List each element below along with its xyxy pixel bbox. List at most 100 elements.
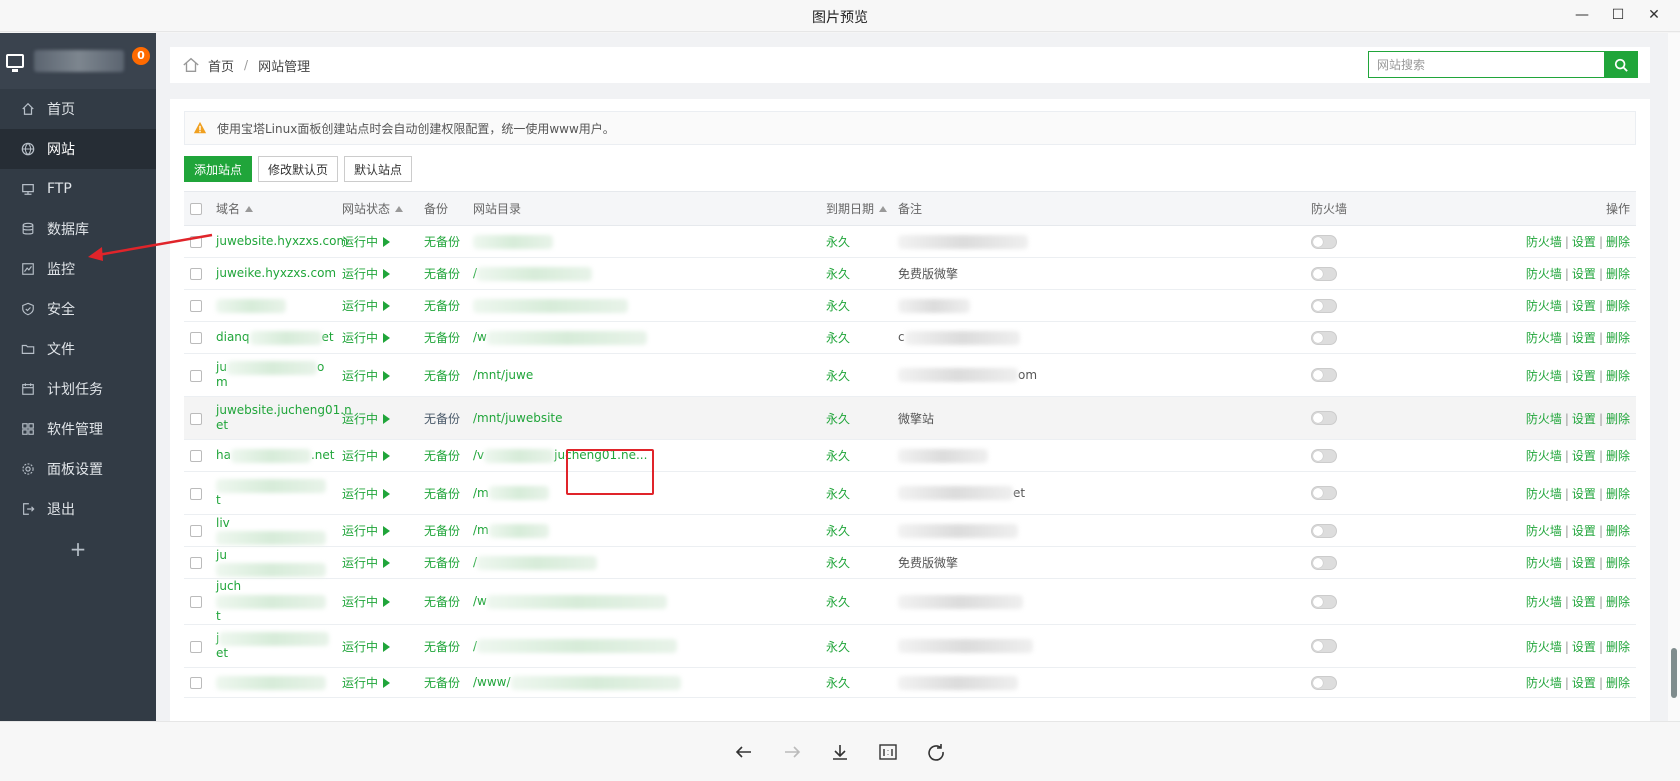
row-checkbox[interactable]: [190, 369, 202, 382]
site-note[interactable]: [892, 624, 1305, 668]
sidebar-item-1[interactable]: 网站: [0, 129, 156, 169]
sidebar-item-10[interactable]: 退出: [0, 489, 156, 529]
site-expire[interactable]: 永久: [820, 546, 892, 579]
site-dir[interactable]: /: [467, 624, 820, 668]
site-dir[interactable]: /m: [467, 471, 820, 515]
sidebar-item-4[interactable]: 监控: [0, 249, 156, 289]
site-expire[interactable]: 永久: [820, 578, 892, 625]
site-note[interactable]: [892, 225, 1305, 258]
site-backup[interactable]: 无备份: [418, 439, 467, 472]
site-note[interactable]: [892, 578, 1305, 625]
site-dir[interactable]: [467, 225, 820, 258]
site-status[interactable]: 运行中: [336, 321, 418, 354]
firewall-link[interactable]: 防火墙: [1526, 412, 1562, 426]
default-site-button[interactable]: 默认站点: [344, 156, 413, 182]
site-note[interactable]: [892, 289, 1305, 322]
site-note[interactable]: c: [892, 321, 1305, 354]
site-domain-link[interactable]: juwebsite.hyxzxs.com: [210, 225, 348, 258]
table-row[interactable]: juwebsite.jucheng01.n et 运行中 无备份/mnt/juwebs…: [184, 396, 1636, 440]
site-backup[interactable]: 无备份: [418, 257, 467, 290]
close-icon[interactable]: ✕: [1636, 3, 1672, 27]
row-checkbox[interactable]: [190, 412, 202, 425]
site-domain-link[interactable]: t: [210, 471, 336, 515]
arrow-right-icon[interactable]: [768, 732, 816, 772]
site-expire[interactable]: 永久: [820, 624, 892, 668]
settings-link[interactable]: 设置: [1572, 412, 1596, 426]
firewall-link[interactable]: 防火墙: [1526, 369, 1562, 383]
firewall-toggle[interactable]: [1311, 639, 1337, 654]
download-icon[interactable]: [816, 732, 864, 772]
delete-link[interactable]: 删除: [1606, 331, 1630, 345]
home-icon[interactable]: [182, 56, 200, 74]
firewall-toggle[interactable]: [1311, 330, 1337, 345]
sidebar-item-5[interactable]: 安全: [0, 289, 156, 329]
row-checkbox[interactable]: [190, 268, 202, 280]
table-row[interactable]: juch t 运行中 无备份/w 永久 防火墙 | 设置 | 删除: [184, 578, 1636, 625]
header-status[interactable]: 网站状态: [336, 191, 418, 226]
firewall-link[interactable]: 防火墙: [1526, 676, 1562, 690]
site-status[interactable]: 运行中: [336, 289, 418, 322]
site-backup[interactable]: 无备份: [418, 353, 467, 397]
settings-link[interactable]: 设置: [1572, 524, 1596, 538]
table-row[interactable]: ju 运行中 无备份 / 永久 免费版微擎 防火墙 | 设置 | 删除: [184, 546, 1636, 579]
site-status[interactable]: 运行中: [336, 353, 418, 397]
settings-link[interactable]: 设置: [1572, 331, 1596, 345]
table-row[interactable]: t 运行中 无备份/m 永久 et 防火墙 | 设置 | 删除: [184, 471, 1636, 515]
modify-default-page-button[interactable]: 修改默认页: [258, 156, 339, 182]
firewall-toggle[interactable]: [1311, 523, 1337, 538]
header-domain[interactable]: 域名: [210, 191, 336, 226]
row-checkbox[interactable]: [190, 640, 202, 653]
settings-link[interactable]: 设置: [1572, 640, 1596, 654]
site-dir[interactable]: [467, 289, 820, 322]
site-expire[interactable]: 永久: [820, 439, 892, 472]
site-backup[interactable]: 无备份: [418, 578, 467, 625]
site-domain-link[interactable]: ju: [210, 546, 336, 579]
firewall-toggle[interactable]: [1311, 298, 1337, 313]
delete-link[interactable]: 删除: [1606, 299, 1630, 313]
table-row[interactable]: juweike.hyxzxs.com 运行中 无备份 / 永久 免费版微擎 防火墙 | 设置 | 删…: [184, 257, 1636, 290]
site-status[interactable]: 运行中: [336, 257, 418, 290]
scrollbar-thumb[interactable]: [1671, 648, 1677, 698]
firewall-toggle[interactable]: [1311, 266, 1337, 281]
settings-link[interactable]: 设置: [1572, 487, 1596, 501]
site-dir[interactable]: /: [467, 546, 820, 579]
row-checkbox[interactable]: [190, 487, 202, 500]
delete-link[interactable]: 删除: [1606, 412, 1630, 426]
site-status[interactable]: 运行中: [336, 578, 418, 625]
add-nav-button[interactable]: +: [0, 529, 156, 569]
site-domain-link[interactable]: liv: [210, 514, 336, 547]
firewall-link[interactable]: 防火墙: [1526, 640, 1562, 654]
table-row[interactable]: dianq et 运行中 无备份/w 永久 c 防火墙 | 设置 | 删除: [184, 321, 1636, 354]
table-row[interactable]: 运行中 无备份 永久 防火墙 | 设置 | 删除: [184, 289, 1636, 322]
rotate-icon[interactable]: [912, 732, 960, 772]
table-row[interactable]: ha .net 运行中 无备份/v jucheng01.ne... 永久 防火墙 | 设置 | 删除: [184, 439, 1636, 472]
firewall-toggle[interactable]: [1311, 448, 1337, 463]
site-status[interactable]: 运行中: [336, 439, 418, 472]
row-checkbox[interactable]: [190, 525, 202, 537]
delete-link[interactable]: 删除: [1606, 556, 1630, 570]
delete-link[interactable]: 删除: [1606, 487, 1630, 501]
firewall-link[interactable]: 防火墙: [1526, 556, 1562, 570]
delete-link[interactable]: 删除: [1606, 267, 1630, 281]
site-domain-link[interactable]: juch t: [210, 578, 336, 625]
site-dir[interactable]: /mnt/juwe: [467, 353, 820, 397]
site-domain-link[interactable]: juweike.hyxzxs.com: [210, 257, 336, 290]
site-status[interactable]: 运行中: [336, 624, 418, 668]
site-backup[interactable]: 无备份: [418, 667, 467, 698]
settings-link[interactable]: 设置: [1572, 556, 1596, 570]
notification-badge[interactable]: 0: [132, 47, 150, 65]
delete-link[interactable]: 删除: [1606, 640, 1630, 654]
site-backup[interactable]: 无备份: [418, 225, 467, 258]
actual-size-icon[interactable]: [864, 732, 912, 772]
settings-link[interactable]: 设置: [1572, 299, 1596, 313]
table-row[interactable]: ju o m 运行中 无备份/mnt/juwe 永久 om 防火墙 | 设置 | 删除: [184, 353, 1636, 397]
site-note[interactable]: [892, 667, 1305, 698]
site-expire[interactable]: 永久: [820, 471, 892, 515]
search-button[interactable]: [1604, 51, 1638, 78]
firewall-link[interactable]: 防火墙: [1526, 267, 1562, 281]
site-dir[interactable]: /www/: [467, 667, 820, 698]
delete-link[interactable]: 删除: [1606, 595, 1630, 609]
site-note[interactable]: [892, 514, 1305, 547]
site-dir[interactable]: /v jucheng01.ne...: [467, 439, 820, 472]
minimize-icon[interactable]: —: [1564, 3, 1600, 27]
